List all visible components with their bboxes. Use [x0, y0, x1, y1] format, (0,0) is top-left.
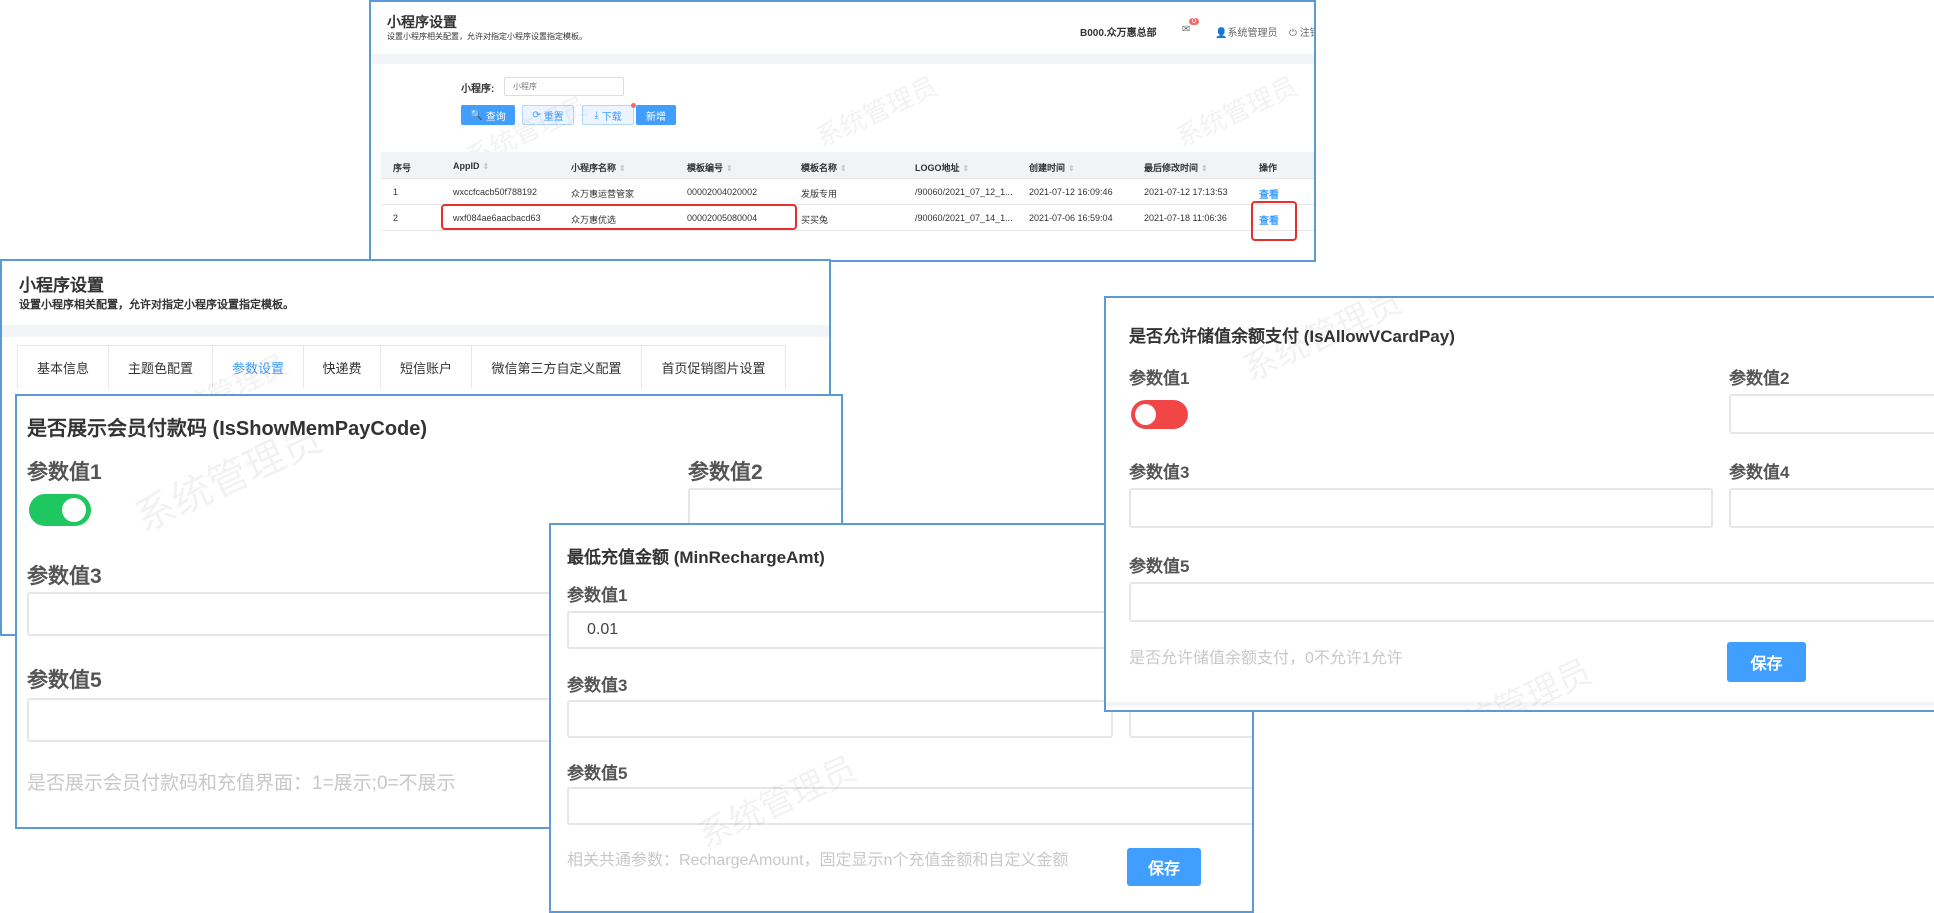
tab-shipping-fee[interactable]: 快递费 [304, 346, 381, 388]
page-subtitle: 设置小程序相关配置，允许对指定小程序设置指定模板。 [387, 32, 587, 41]
cell: 2 [393, 213, 399, 223]
refresh-icon: ⟳ [532, 109, 541, 121]
page-title: 小程序设置 [19, 276, 104, 295]
cell: 1 [393, 187, 399, 197]
cell: wxccfcacb50f788192 [453, 187, 538, 197]
param-label-5: 参数值5 [567, 764, 628, 783]
param-title: 最低充值金额 (MinRechargeAmt) [567, 548, 825, 567]
param-value-2-input[interactable] [1729, 394, 1934, 434]
col-header-template-no[interactable]: 模板编号 ⇕ [687, 161, 733, 174]
col-header-name[interactable]: 小程序名称 ⇕ [571, 161, 626, 174]
add-button[interactable]: 新增 [636, 105, 676, 125]
tab-promo-images[interactable]: 首页促销图片设置 [642, 346, 786, 388]
tab-bar: 基本信息 主题色配置 参数设置 快递费 短信账户 微信第三方自定义配置 首页促销… [17, 345, 786, 388]
filter-label: 小程序: [461, 84, 495, 95]
cell: /90060/2021_07_14_1... [915, 213, 1013, 223]
tab-sms-account[interactable]: 短信账户 [381, 346, 472, 388]
col-header-appid[interactable]: AppID ⇕ [453, 161, 489, 171]
cell: /90060/2021_07_12_1... [915, 187, 1013, 197]
param-value-3-input[interactable] [1129, 488, 1713, 528]
logout-link[interactable]: ⏻ 注销 [1289, 24, 1314, 39]
param-help-text: 是否展示会员付款码和充值界面：1=展示;0=不展示 [27, 773, 456, 794]
logout-label: 注销 [1299, 28, 1314, 39]
param-label-3: 参数值3 [27, 565, 102, 588]
download-button[interactable]: ⤓ 下载 [582, 103, 636, 125]
col-header-action: 操作 [1259, 163, 1278, 173]
footer-divider [1106, 702, 1934, 706]
col-header-created[interactable]: 创建时间 ⇕ [1029, 161, 1075, 174]
param-help-text: 是否允许储值余额支付，0不允许1允许 [1129, 650, 1403, 667]
reset-label: 重置 [543, 111, 564, 123]
cell: 众万惠运营管家 [571, 189, 635, 199]
param-help-text: 相关共通参数：RechargeAmount，固定显示n个充值金额和自定义金额 [567, 852, 1069, 869]
reset-button[interactable]: ⟳ 重置 [522, 105, 574, 125]
user-icon: 👤 [1215, 28, 1228, 39]
view-link[interactable]: 查看 [1259, 186, 1279, 201]
miniprogram-filter-input[interactable] [504, 77, 624, 96]
highlight-action-box [1251, 201, 1297, 241]
toggle-knob [1135, 404, 1156, 425]
power-icon: ⏻ [1289, 28, 1297, 39]
param-title: 是否展示会员付款码 (IsShowMemPayCode) [27, 418, 428, 440]
search-button[interactable]: 🔍 查询 [461, 105, 515, 125]
param-value-5-input[interactable] [1129, 582, 1934, 622]
tab-wechat-custom[interactable]: 微信第三方自定义配置 [472, 346, 642, 388]
param-value-4-input[interactable] [1729, 488, 1934, 528]
cell: 00002004020002 [687, 187, 758, 197]
page-subtitle: 设置小程序相关配置，允许对指定小程序设置指定模板。 [19, 299, 294, 311]
cell: 买买兔 [801, 215, 829, 225]
param-value-1-toggle[interactable] [1131, 400, 1188, 429]
param-label-1: 参数值1 [1129, 369, 1190, 388]
param-label-3: 参数值3 [1129, 463, 1190, 482]
param-value-3-input[interactable] [567, 700, 1113, 738]
param-label-5: 参数值5 [27, 669, 102, 692]
user-menu[interactable]: 👤系统管理员 [1215, 24, 1277, 39]
param-card-allow-vcard-pay: 是否允许储值余额支付 (IsAllowVCardPay) 参数值1 参数值2 参… [1104, 296, 1934, 712]
miniprogram-list-panel: 小程序设置 设置小程序相关配置，允许对指定小程序设置指定模板。 B000.众万惠… [369, 0, 1316, 262]
header-divider [2, 325, 829, 337]
org-name[interactable]: B000.众万惠总部 [1080, 24, 1157, 39]
param-label-5: 参数值5 [1129, 557, 1190, 576]
cell: 2021-07-06 16:59:04 [1029, 213, 1113, 223]
download-icon: ⤓ [594, 109, 599, 121]
col-header-template-name[interactable]: 模板名称 ⇕ [801, 161, 847, 174]
param-value-1-input[interactable]: 0.01 [567, 611, 1113, 649]
watermark: 系统管理员 [811, 70, 942, 153]
cell: 2021-07-12 16:09:46 [1029, 187, 1113, 197]
search-icon: 🔍 [470, 109, 483, 121]
mail-icon[interactable]: ✉ 0 [1182, 18, 1199, 35]
param-title: 是否允许储值余额支付 (IsAllowVCardPay) [1129, 327, 1455, 346]
watermark: 系统管理员 [1171, 70, 1302, 153]
col-header: 序号 [393, 163, 412, 173]
search-label: 查询 [485, 111, 506, 123]
tab-theme-color[interactable]: 主题色配置 [109, 346, 213, 388]
param-value-5-input[interactable] [567, 787, 1252, 825]
download-label: 下载 [601, 111, 622, 123]
col-header-logo[interactable]: LOGO地址 ⇕ [915, 161, 969, 174]
param-value-1-toggle[interactable] [29, 494, 91, 526]
mail-badge: 0 [1189, 18, 1199, 25]
param-label-1: 参数值1 [567, 586, 628, 605]
toggle-knob [62, 498, 86, 522]
param-label-2: 参数值2 [1729, 369, 1790, 388]
highlight-row-box [441, 204, 797, 230]
param-label-1: 参数值1 [27, 461, 102, 484]
cell: 发版专用 [801, 189, 838, 199]
tab-basic-info[interactable]: 基本信息 [18, 346, 109, 388]
col-header-modified[interactable]: 最后修改时间 ⇕ [1144, 161, 1208, 174]
tab-params[interactable]: 参数设置 [213, 346, 304, 388]
param-label-3: 参数值3 [567, 676, 628, 695]
save-button[interactable]: 保存 [1727, 642, 1806, 682]
header-divider [371, 54, 1314, 64]
param-label-2: 参数值2 [688, 461, 763, 484]
cell: 2021-07-12 17:13:53 [1144, 187, 1228, 197]
user-name: 系统管理员 [1227, 28, 1278, 39]
page-title: 小程序设置 [387, 14, 457, 30]
param-label-4: 参数值4 [1729, 463, 1790, 482]
save-button[interactable]: 保存 [1127, 848, 1201, 886]
cell: 2021-07-18 11:06:36 [1144, 213, 1227, 223]
